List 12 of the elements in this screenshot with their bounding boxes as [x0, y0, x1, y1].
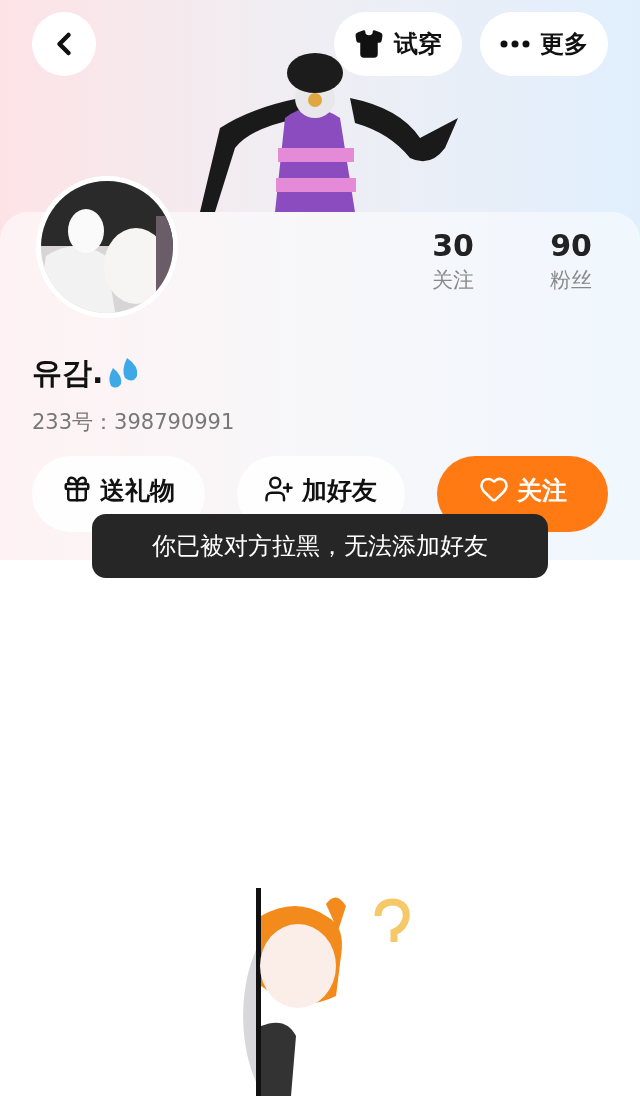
try-on-button[interactable]: 试穿	[334, 12, 462, 76]
stat-label: 关注	[432, 267, 474, 294]
stat-label: 粉丝	[550, 267, 592, 294]
stat-count: 90	[550, 228, 592, 264]
more-icon	[500, 40, 530, 48]
shirt-icon	[354, 29, 384, 59]
blocked-toast: 你已被对方拉黑，无法添加好友	[92, 514, 548, 578]
user-name: 유감.	[32, 354, 104, 392]
stat-count: 30	[432, 228, 474, 264]
more-button[interactable]: 更多	[480, 12, 608, 76]
user-id: 233号：398790991	[32, 409, 236, 436]
add-user-icon	[264, 474, 295, 504]
